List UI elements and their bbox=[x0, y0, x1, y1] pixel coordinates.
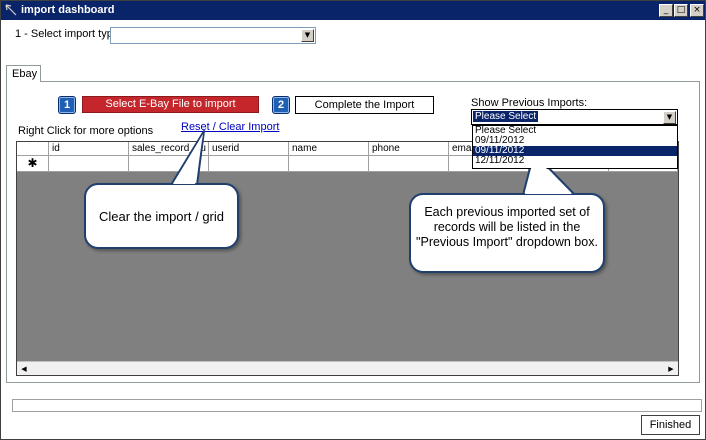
window-title: import dashboard bbox=[21, 4, 115, 16]
minimize-icon[interactable]: _ bbox=[659, 4, 673, 17]
step-1-icon: 1 bbox=[58, 96, 76, 114]
chevron-down-icon[interactable]: ▼ bbox=[663, 111, 676, 124]
select-file-button[interactable]: Select E-Bay File to import bbox=[82, 96, 259, 113]
column-header-id[interactable]: id bbox=[49, 142, 129, 156]
right-click-hint: Right Click for more options bbox=[18, 125, 154, 137]
table-cell[interactable] bbox=[209, 156, 289, 172]
table-cell[interactable] bbox=[129, 156, 209, 172]
column-header-name[interactable]: name bbox=[289, 142, 369, 156]
table-cell[interactable] bbox=[289, 156, 369, 172]
horizontal-scrollbar[interactable]: ◀ ▶ bbox=[17, 361, 678, 375]
scroll-right-icon[interactable]: ▶ bbox=[665, 363, 677, 375]
previous-imports-label: Show Previous Imports: bbox=[471, 97, 588, 109]
chevron-down-icon[interactable]: ▼ bbox=[301, 29, 314, 42]
complete-import-button[interactable]: Complete the Import bbox=[295, 96, 434, 114]
title-bar[interactable]: import dashboard _ □ × bbox=[1, 1, 705, 20]
step-2-icon: 2 bbox=[272, 96, 290, 114]
column-header-userid[interactable]: userid bbox=[209, 142, 289, 156]
import-dashboard-window: import dashboard _ □ × 1 - Select import… bbox=[0, 0, 706, 440]
table-cell[interactable] bbox=[369, 156, 449, 172]
import-type-label: 1 - Select import type bbox=[15, 28, 119, 40]
callout-previous-imports: Each previous imported set of records wi… bbox=[409, 193, 605, 273]
column-header-selector[interactable] bbox=[17, 142, 49, 156]
dropdown-option[interactable]: 12/11/2012 bbox=[473, 156, 677, 166]
reset-clear-import-link[interactable]: Reset / Clear Import bbox=[181, 121, 279, 133]
previous-imports-selected: Please Select bbox=[471, 110, 540, 123]
import-type-select[interactable]: ▼ bbox=[110, 27, 316, 44]
table-cell[interactable] bbox=[49, 156, 129, 172]
maximize-icon[interactable]: □ bbox=[674, 4, 688, 17]
callout-clear-import: Clear the import / grid bbox=[84, 183, 239, 249]
close-icon[interactable]: × bbox=[690, 4, 704, 17]
status-field bbox=[12, 399, 702, 412]
previous-imports-select[interactable]: Please Select ▼ bbox=[471, 109, 678, 125]
previous-imports-dropdown[interactable]: Please Select 09/11/2012 09/11/2012 12/1… bbox=[472, 125, 678, 169]
column-header-phone[interactable]: phone bbox=[369, 142, 449, 156]
tab-ebay[interactable]: Ebay bbox=[6, 65, 41, 82]
new-row-marker-icon: ✱ bbox=[17, 156, 49, 172]
scroll-left-icon[interactable]: ◀ bbox=[18, 363, 30, 375]
column-header-sales-record[interactable]: sales_record_nu bbox=[129, 142, 209, 156]
finished-button[interactable]: Finished bbox=[641, 415, 700, 435]
app-icon bbox=[5, 4, 17, 16]
